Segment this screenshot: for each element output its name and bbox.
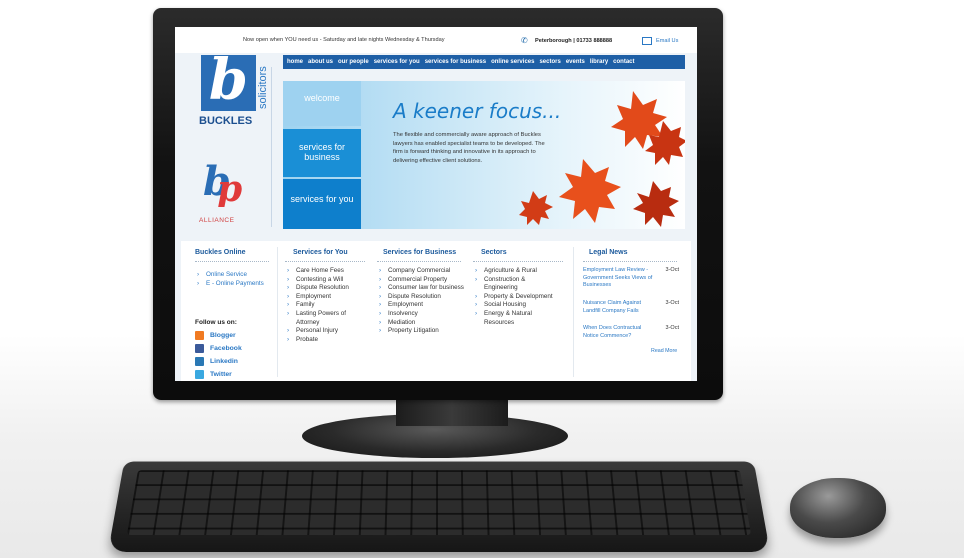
buckles-online-heading: Buckles Online <box>195 249 246 256</box>
list-item-online-service[interactable]: Online Service <box>195 271 264 280</box>
logo-divider <box>271 67 272 227</box>
autumn-leaves-icon <box>519 91 685 227</box>
social-twitter[interactable]: Twitter <box>195 370 232 379</box>
social-linkedin[interactable]: Linkedin <box>195 357 238 366</box>
email-us-link[interactable]: Email Us <box>656 38 678 44</box>
main-navigation: home about us our people services for yo… <box>283 55 685 69</box>
list-item[interactable]: Insolvency <box>377 310 467 319</box>
list-item[interactable]: Mediation <box>377 319 467 328</box>
phone-icon: ✆ <box>521 36 528 45</box>
news-item[interactable]: Employment Law Review - Government Seeks… <box>583 267 679 290</box>
services-for-you-heading: Services for You <box>293 249 348 256</box>
news-item[interactable]: When Does Contractual Notice Commence? 3-… <box>583 325 679 340</box>
keyboard <box>108 461 770 552</box>
linkedin-icon <box>195 357 204 366</box>
hero-banner: welcome services for business services f… <box>283 81 685 229</box>
nav-services-for-you[interactable]: services for you <box>374 59 420 65</box>
list-item[interactable]: Energy & Natural Resources <box>473 310 553 327</box>
services-for-business-list: Company Commercial Commercial Property C… <box>377 267 467 336</box>
heading-rule <box>473 261 563 262</box>
nav-services-for-business[interactable]: services for business <box>425 59 486 65</box>
bp-alliance-logo-icon: b p <box>203 158 242 207</box>
list-item[interactable]: Social Housing <box>473 301 553 310</box>
list-item[interactable]: Employment <box>377 301 467 310</box>
list-item[interactable]: Property & Development <box>473 293 553 302</box>
list-item[interactable]: Commercial Property <box>377 276 467 285</box>
tab-welcome[interactable]: welcome <box>283 81 361 126</box>
sectors-list: Agriculture & Rural Construction & Engin… <box>473 267 553 327</box>
nav-sectors[interactable]: sectors <box>539 59 560 65</box>
legal-news-heading: Legal News <box>589 249 628 256</box>
alliance-label: ALLIANCE <box>199 217 235 224</box>
nav-library[interactable]: library <box>590 59 608 65</box>
column-divider <box>573 247 574 377</box>
nav-our-people[interactable]: our people <box>338 59 369 65</box>
tab-services-for-business[interactable]: services for business <box>283 129 361 177</box>
buckles-logo-mark[interactable]: b <box>201 55 256 111</box>
services-for-business-heading: Services for Business <box>383 249 457 256</box>
list-item[interactable]: Property Litigation <box>377 327 467 336</box>
sectors-heading: Sectors <box>481 249 507 256</box>
list-item[interactable]: Agriculture & Rural <box>473 267 553 276</box>
keyboard-keys <box>126 470 752 536</box>
nav-home[interactable]: home <box>287 59 303 65</box>
follow-us-label: Follow us on: <box>195 319 237 326</box>
nav-events[interactable]: events <box>566 59 585 65</box>
social-blogger[interactable]: Blogger <box>195 331 236 340</box>
opening-hours-message: Now open when YOU need us - Saturday and… <box>243 37 445 43</box>
social-facebook[interactable]: Facebook <box>195 344 242 353</box>
phone-number: Peterborough | 01733 888888 <box>535 38 613 44</box>
svg-text:p: p <box>217 168 242 207</box>
nav-contact[interactable]: contact <box>613 59 634 65</box>
website-screen: Now open when YOU need us - Saturday and… <box>175 27 697 381</box>
read-more-link[interactable]: Read More <box>651 348 677 354</box>
buckles-wordmark: BUCKLES <box>199 115 253 127</box>
list-item[interactable]: Family <box>285 301 369 310</box>
news-item[interactable]: Nuisance Claim Against Landfill Company … <box>583 300 679 315</box>
logo-solicitors-wordmark: solicitors <box>257 66 269 109</box>
mail-icon[interactable] <box>642 37 652 45</box>
blogger-icon <box>195 331 204 340</box>
list-item[interactable]: Consumer law for business <box>377 284 467 293</box>
list-item[interactable]: Construction & Engineering <box>473 276 553 293</box>
list-item[interactable]: Personal Injury <box>285 327 369 336</box>
heading-rule <box>285 261 365 262</box>
list-item[interactable]: Dispute Resolution <box>377 293 467 302</box>
list-item[interactable]: Contesting a Will <box>285 276 369 285</box>
list-item-e-online-payments[interactable]: E - Online Payments <box>195 280 264 289</box>
list-item[interactable]: Company Commercial <box>377 267 467 276</box>
buckles-online-list: Online Service E - Online Payments <box>195 271 264 288</box>
tab-services-for-you[interactable]: services for you <box>283 179 361 229</box>
content-columns: Buckles Online Online Service E - Online… <box>181 241 691 381</box>
computer-mouse <box>790 478 886 538</box>
nav-online-services[interactable]: online services <box>491 59 534 65</box>
list-item[interactable]: Employment <box>285 293 369 302</box>
list-item[interactable]: Lasting Powers of Attorney <box>285 310 369 327</box>
list-item[interactable]: Dispute Resolution <box>285 284 369 293</box>
services-for-you-list: Care Home Fees Contesting a Will Dispute… <box>285 267 369 344</box>
facebook-icon <box>195 344 204 353</box>
column-divider <box>277 247 278 377</box>
heading-rule <box>377 261 461 262</box>
monitor-stand-neck <box>396 398 508 426</box>
nav-about-us[interactable]: about us <box>308 59 333 65</box>
heading-rule <box>583 261 677 262</box>
list-item[interactable]: Probate <box>285 336 369 345</box>
heading-rule <box>195 261 269 262</box>
twitter-icon <box>195 370 204 379</box>
list-item[interactable]: Care Home Fees <box>285 267 369 276</box>
